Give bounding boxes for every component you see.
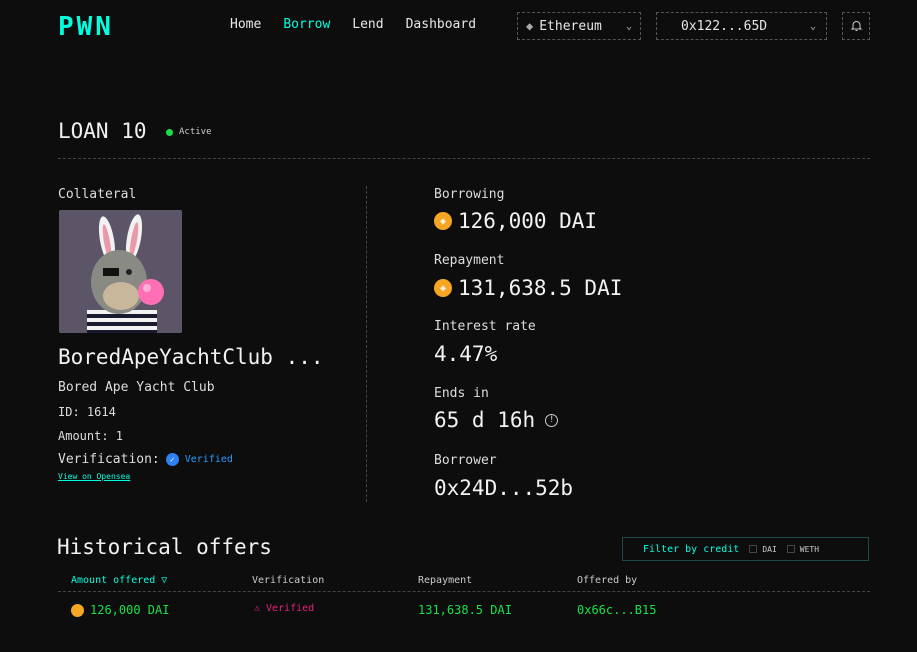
borrowing-label: Borrowing bbox=[434, 187, 505, 202]
collateral-label: Collateral bbox=[58, 187, 137, 202]
notifications-button[interactable] bbox=[842, 12, 870, 40]
column-repayment: Repayment bbox=[418, 575, 473, 586]
nft-image[interactable] bbox=[59, 210, 182, 333]
main-nav: Home Borrow Lend Dashboard bbox=[230, 17, 476, 32]
chevron-down-icon: ⌄ bbox=[625, 20, 632, 32]
ends-in-value: 65 d 16h bbox=[434, 408, 536, 432]
divider bbox=[58, 591, 870, 592]
status-text: Active bbox=[179, 127, 212, 137]
offer-repayment: 131,638.5 DAI bbox=[418, 603, 512, 617]
filter-label: Filter by credit bbox=[643, 543, 740, 555]
interest-value: 4.47% bbox=[434, 342, 498, 366]
warning-icon: ⚠ bbox=[254, 603, 261, 614]
nav-home[interactable]: Home bbox=[230, 17, 261, 32]
column-offered-by: Offered by bbox=[577, 575, 638, 586]
chevron-down-icon: ⌄ bbox=[809, 20, 816, 32]
dai-coin-icon bbox=[71, 603, 84, 617]
offer-verification-value: Verified bbox=[266, 603, 315, 614]
dai-coin-icon: ◈ bbox=[434, 212, 452, 230]
vertical-divider bbox=[366, 186, 367, 502]
offer-amount: 126,000 DAI bbox=[71, 603, 169, 617]
ends-in-amount: 65 d 16h ! bbox=[434, 408, 559, 432]
borrowing-value: 126,000 DAI bbox=[458, 209, 598, 233]
nav-dashboard[interactable]: Dashboard bbox=[406, 17, 476, 32]
verification-row: Verification: ✓ Verified bbox=[58, 452, 233, 467]
verification-label: Verification: bbox=[58, 452, 160, 467]
filter-dai[interactable]: DAI bbox=[749, 544, 777, 554]
repayment-value: 131,638.5 DAI bbox=[458, 276, 623, 300]
opensea-link[interactable]: View on Opensea bbox=[58, 472, 130, 481]
interest-label: Interest rate bbox=[434, 319, 536, 334]
nft-id: ID: 1614 bbox=[58, 405, 116, 419]
borrower-address[interactable]: 0x24D...52b bbox=[434, 476, 573, 500]
status-dot-icon bbox=[166, 128, 173, 136]
column-amount-offered[interactable]: Amount offered ▽ bbox=[71, 575, 167, 586]
nft-collection: Bored Ape Yacht Club bbox=[58, 380, 215, 395]
nft-name: BoredApeYachtClub ... bbox=[58, 345, 324, 369]
ends-in-label: Ends in bbox=[434, 386, 489, 401]
page-title: LOAN 10 bbox=[58, 119, 147, 143]
offer-verification: ⚠ Verified bbox=[254, 603, 314, 614]
nft-amount: Amount: 1 bbox=[58, 429, 124, 443]
filter-weth-label: WETH bbox=[799, 544, 820, 554]
ape-illustration bbox=[59, 210, 182, 333]
network-name: Ethereum bbox=[539, 18, 602, 34]
repayment-amount: ◈ 131,638.5 DAI bbox=[434, 276, 622, 300]
status-badge: Active bbox=[166, 127, 212, 137]
network-selector[interactable]: ◆ Ethereum ⌄ bbox=[517, 12, 641, 40]
repayment-label: Repayment bbox=[434, 253, 505, 268]
wallet-selector[interactable]: 0x122...65D ⌄ bbox=[656, 12, 827, 40]
nav-lend[interactable]: Lend bbox=[352, 17, 383, 32]
nav-borrow[interactable]: Borrow bbox=[283, 17, 330, 32]
offer-amount-value: 126,000 DAI bbox=[90, 603, 170, 617]
borrowing-amount: ◈ 126,000 DAI bbox=[434, 209, 597, 233]
checkbox-icon[interactable] bbox=[749, 545, 758, 553]
dai-coin-icon: ◈ bbox=[434, 279, 452, 297]
credit-filter: Filter by credit DAI WETH bbox=[622, 537, 869, 561]
logo[interactable]: PWN bbox=[58, 12, 114, 42]
historical-offers-title: Historical offers bbox=[57, 535, 272, 559]
ethereum-icon: ◆ bbox=[526, 19, 534, 33]
divider bbox=[58, 158, 870, 159]
offer-offered-by[interactable]: 0x66c...B15 bbox=[577, 603, 656, 617]
verification-status: Verified bbox=[184, 454, 233, 465]
column-verification: Verification bbox=[252, 575, 325, 586]
filter-dai-label: DAI bbox=[762, 544, 777, 554]
verified-badge-icon: ✓ bbox=[165, 453, 179, 466]
checkbox-icon[interactable] bbox=[786, 545, 795, 553]
clock-icon[interactable]: ! bbox=[545, 413, 559, 427]
borrower-label: Borrower bbox=[434, 453, 497, 468]
filter-weth[interactable]: WETH bbox=[786, 544, 820, 554]
bell-icon bbox=[850, 21, 862, 31]
wallet-address: 0x122...65D bbox=[681, 18, 768, 34]
